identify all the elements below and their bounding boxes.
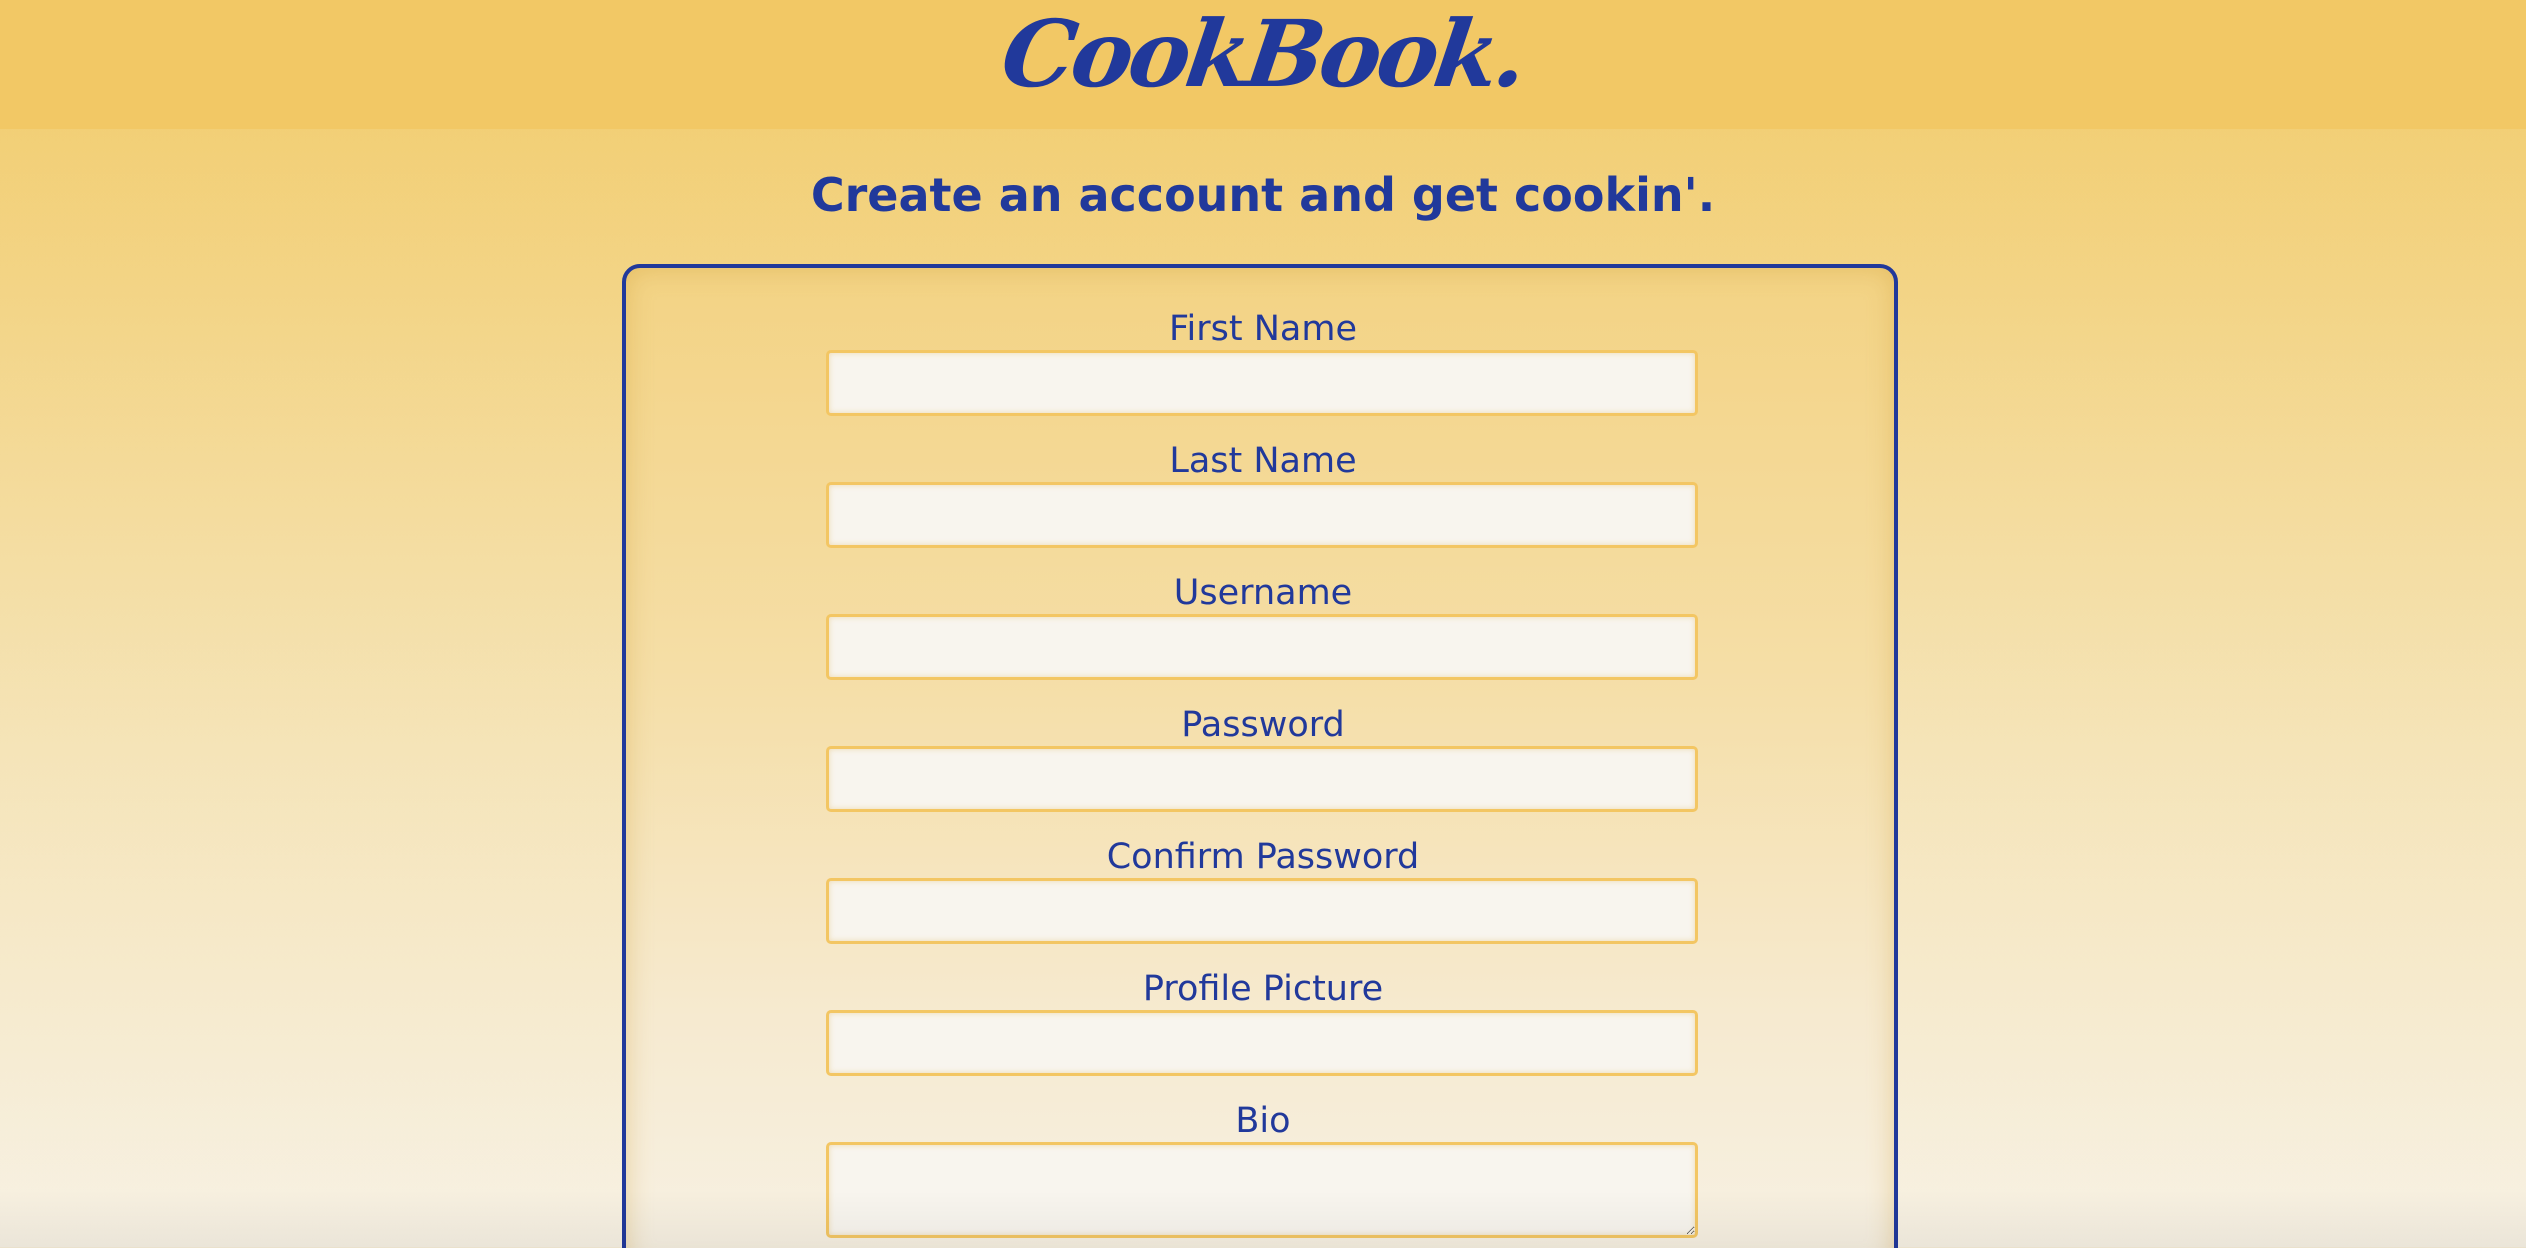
username-input[interactable] [826, 614, 1698, 680]
password-input[interactable] [826, 746, 1698, 812]
bio-textarea[interactable] [826, 1142, 1698, 1238]
last-name-input[interactable] [826, 482, 1698, 548]
first-name-label: First Name [1168, 309, 1358, 349]
first-name-input[interactable] [826, 350, 1698, 416]
profile-picture-label: Profile Picture [1142, 969, 1384, 1009]
profile-picture-input[interactable] [826, 1010, 1698, 1076]
cookbook-logo[interactable]: CookBook. [0, 0, 2526, 114]
confirm-password-input[interactable] [826, 878, 1698, 944]
page-title: Create an account and get cookin'. [810, 168, 1716, 222]
confirm-password-label: Confirm Password [1106, 837, 1420, 877]
last-name-label: Last Name [1169, 441, 1357, 481]
username-label: Username [1173, 573, 1353, 613]
bio-label: Bio [1235, 1101, 1291, 1141]
password-label: Password [1181, 705, 1345, 745]
